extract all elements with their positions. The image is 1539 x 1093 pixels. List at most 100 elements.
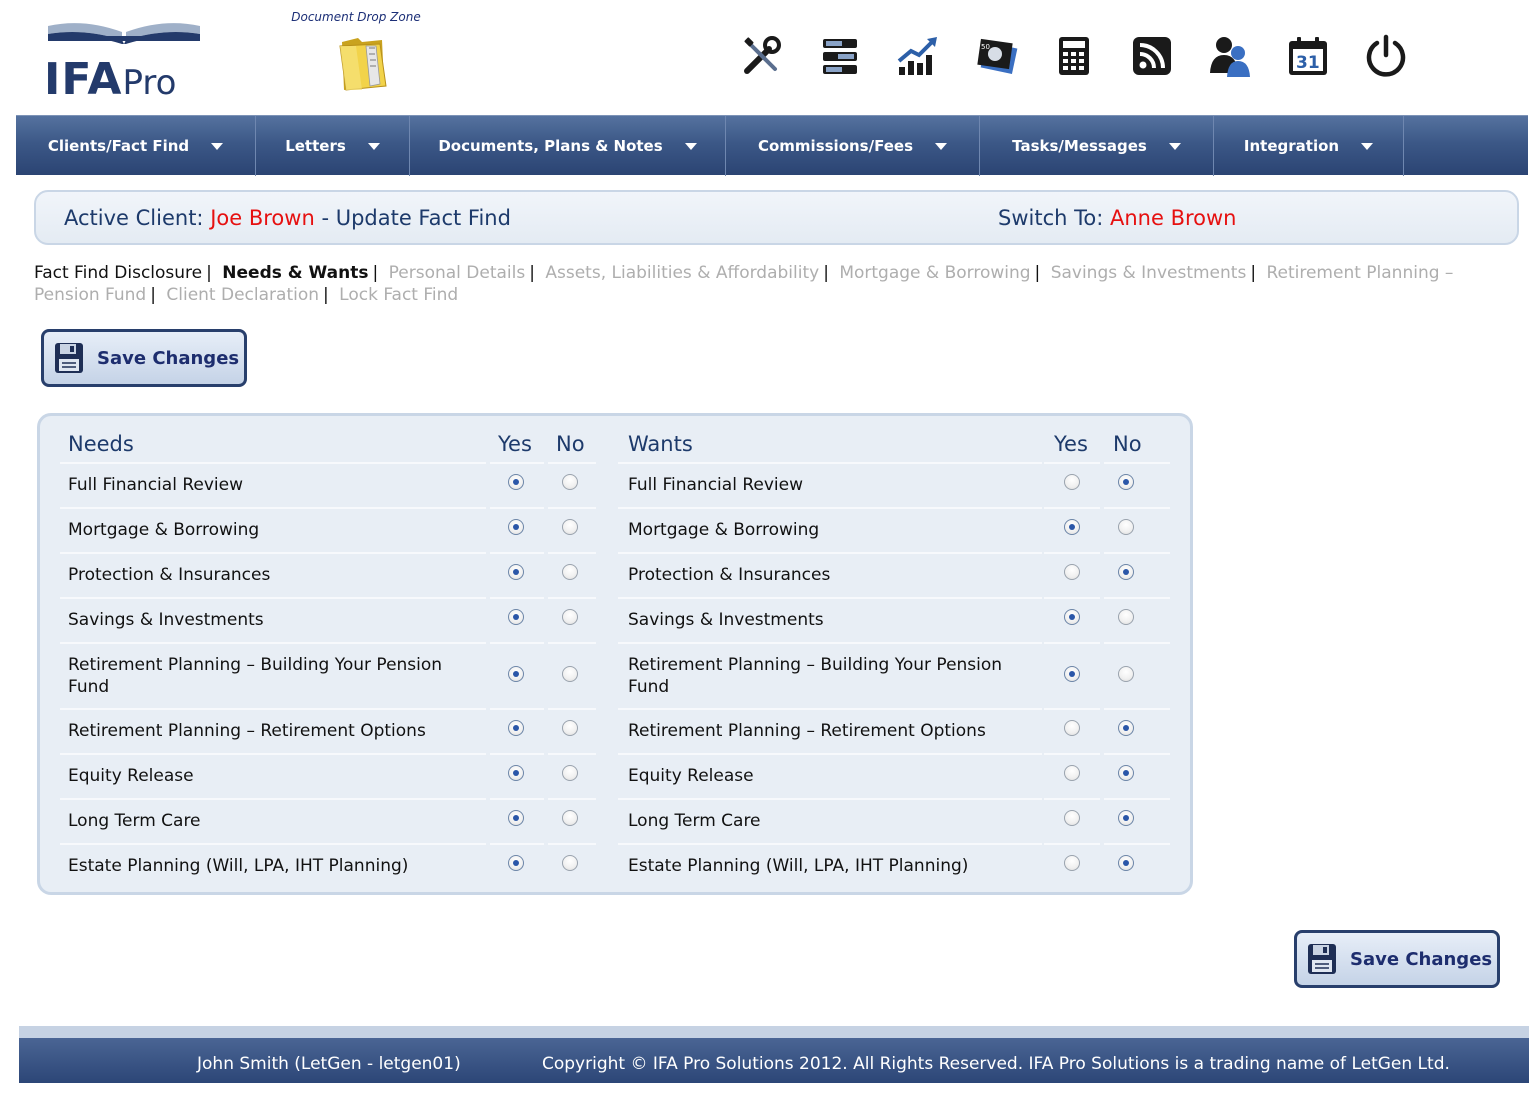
want-yes-radio[interactable] [1064, 810, 1080, 826]
need-yes-radio[interactable] [508, 765, 524, 781]
section-link[interactable]: Personal Details [389, 263, 526, 283]
want-no-radio[interactable] [1118, 810, 1134, 826]
save-changes-button-top[interactable]: Save Changes [41, 329, 247, 387]
needs-wants-row: Full Financial Review Full Financial Revi… [40, 462, 1190, 507]
nav-letters[interactable]: Letters [256, 116, 410, 176]
want-yes-radio[interactable] [1064, 720, 1080, 736]
save-changes-button-bottom[interactable]: Save Changes [1294, 930, 1500, 988]
want-no-radio[interactable] [1118, 609, 1134, 625]
want-yes-radio[interactable] [1064, 609, 1080, 625]
need-no-radio[interactable] [562, 666, 578, 682]
need-no-radio[interactable] [562, 609, 578, 625]
need-yes-radio[interactable] [508, 666, 524, 682]
ifa-pro-logo[interactable]: IFAPro [40, 8, 210, 105]
rss-feed-icon[interactable] [1124, 28, 1180, 84]
switch-client-label: Switch To: [998, 206, 1104, 230]
need-no-radio[interactable] [562, 519, 578, 535]
header: IFAPro Document Drop Zone 50 31 [0, 0, 1539, 114]
want-no-radio[interactable] [1118, 474, 1134, 490]
nav-clients-fact-find[interactable]: Clients/Fact Find [16, 116, 256, 176]
section-link[interactable]: Assets, Liabilities & Affordability [545, 263, 819, 283]
need-label: Estate Planning (Will, LPA, IHT Planning… [68, 856, 409, 876]
want-yes-radio[interactable] [1064, 765, 1080, 781]
need-no-radio[interactable] [562, 810, 578, 826]
want-no-radio[interactable] [1118, 666, 1134, 682]
calculator-icon[interactable] [1046, 28, 1102, 84]
need-yes-radio[interactable] [508, 810, 524, 826]
switch-client-link[interactable]: Anne Brown [1110, 206, 1237, 230]
nav-tasks-messages[interactable]: Tasks/Messages [980, 116, 1214, 176]
want-label: Mortgage & Borrowing [628, 520, 820, 540]
need-label: Mortgage & Borrowing [68, 520, 260, 540]
section-separator: | [150, 285, 156, 305]
calendar-icon[interactable]: 31 [1280, 28, 1336, 84]
main-nav: Clients/Fact Find Letters Documents, Pla… [16, 115, 1528, 176]
toolbar-icons: 50 31 [734, 28, 1436, 84]
needs-wants-row: Long Term Care Long Term Care [40, 798, 1190, 843]
need-no-radio[interactable] [562, 765, 578, 781]
need-no-radio[interactable] [562, 720, 578, 736]
want-no-radio[interactable] [1118, 519, 1134, 535]
chevron-down-icon [367, 142, 380, 150]
fact-find-mode: Update Fact Find [335, 206, 511, 230]
need-yes-radio[interactable] [508, 519, 524, 535]
want-label: Protection & Insurances [628, 565, 831, 585]
want-yes-radio[interactable] [1064, 474, 1080, 490]
growth-chart-icon[interactable] [890, 28, 946, 84]
need-yes-radio[interactable] [508, 474, 524, 490]
need-yes-radio[interactable] [508, 609, 524, 625]
section-separator: | [323, 285, 329, 305]
section-link[interactable]: Client Declaration [166, 285, 319, 305]
want-no-radio[interactable] [1118, 855, 1134, 871]
want-yes-radio[interactable] [1064, 666, 1080, 682]
client-dash: - [314, 206, 336, 230]
active-client-label: Active Client: [64, 206, 204, 230]
switch-client: Switch To: Anne Brown [998, 206, 1236, 230]
want-no-radio[interactable] [1118, 720, 1134, 736]
want-label: Equity Release [628, 766, 754, 786]
nav-integration[interactable]: Integration [1214, 116, 1404, 176]
wants-header: Wants [628, 432, 693, 456]
power-icon[interactable] [1358, 28, 1414, 84]
tools-icon[interactable] [734, 28, 790, 84]
footer-copyright: Copyright © IFA Pro Solutions 2012. All … [542, 1054, 1450, 1074]
want-yes-radio[interactable] [1064, 855, 1080, 871]
footer: John Smith (LetGen - letgen01) Copyright… [19, 1026, 1529, 1083]
active-client-bar: Active Client: Joe Brown - Update Fact F… [34, 190, 1519, 245]
active-client-name[interactable]: Joe Brown [210, 206, 315, 230]
need-no-radio[interactable] [562, 474, 578, 490]
need-yes-radio[interactable] [508, 855, 524, 871]
want-no-radio[interactable] [1118, 765, 1134, 781]
section-link[interactable]: Savings & Investments [1051, 263, 1247, 283]
users-icon[interactable] [1202, 28, 1258, 84]
nav-documents-plans-notes[interactable]: Documents, Plans & Notes [410, 116, 726, 176]
section-link[interactable]: Needs & Wants [222, 263, 368, 283]
need-label: Long Term Care [68, 811, 201, 831]
want-yes-radio[interactable] [1064, 519, 1080, 535]
want-label: Savings & Investments [628, 610, 824, 630]
need-label: Equity Release [68, 766, 194, 786]
want-label: Long Term Care [628, 811, 761, 831]
footer-user: John Smith (LetGen - letgen01) [197, 1054, 461, 1074]
section-link[interactable]: Fact Find Disclosure [34, 263, 202, 283]
section-separator: | [1250, 263, 1257, 283]
section-link[interactable]: Mortgage & Borrowing [839, 263, 1030, 283]
wants-no-header: No [1113, 432, 1142, 456]
servers-icon[interactable] [812, 28, 868, 84]
needs-header: Needs [68, 432, 134, 456]
nav-label: Commissions/Fees [757, 137, 914, 155]
need-no-radio[interactable] [562, 855, 578, 871]
banknotes-icon[interactable]: 50 [968, 28, 1024, 84]
document-drop-zone[interactable]: Document Drop Zone [286, 10, 426, 100]
needs-wants-row: Protection & Insurances Protection & Insu… [40, 552, 1190, 597]
section-separator: | [372, 263, 379, 283]
need-no-radio[interactable] [562, 564, 578, 580]
nav-commissions-fees[interactable]: Commissions/Fees [726, 116, 980, 176]
logo-pro-text: Pro [122, 63, 177, 103]
need-yes-radio[interactable] [508, 720, 524, 736]
want-no-radio[interactable] [1118, 564, 1134, 580]
need-label: Retirement Planning – Building Your Pens… [68, 655, 443, 697]
need-yes-radio[interactable] [508, 564, 524, 580]
section-link[interactable]: Lock Fact Find [339, 285, 458, 305]
want-yes-radio[interactable] [1064, 564, 1080, 580]
